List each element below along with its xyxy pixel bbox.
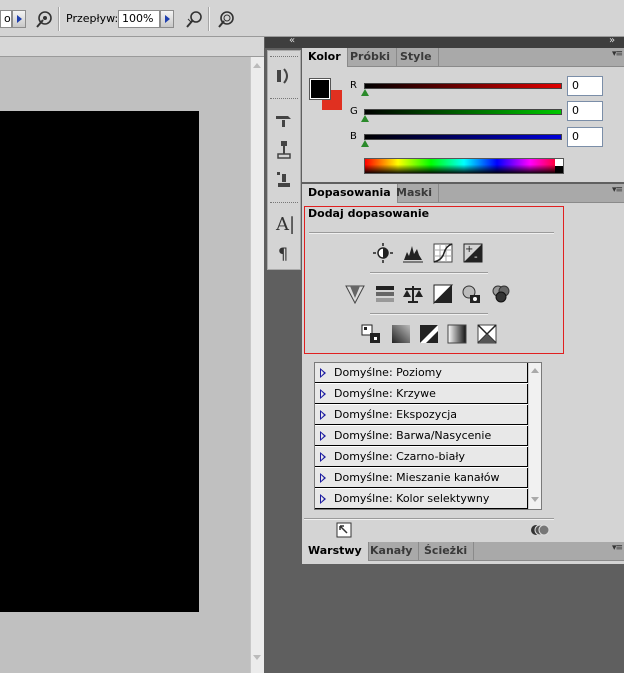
svg-text:-: -: [474, 252, 478, 263]
flow-input[interactable]: 100%: [118, 10, 160, 28]
brush-icon[interactable]: [272, 108, 296, 132]
blue-value-input[interactable]: 0: [567, 127, 603, 147]
preset-item[interactable]: Domyślne: Mieszanie kanałów: [315, 468, 528, 488]
dock-header: « »: [265, 35, 624, 48]
tab-swatches[interactable]: Próbki: [344, 48, 398, 66]
foreground-swatch[interactable]: [309, 78, 331, 100]
blue-thumb[interactable]: [361, 140, 369, 147]
scroll-up-icon[interactable]: [531, 368, 539, 373]
color-spectrum-bar[interactable]: [364, 158, 564, 174]
vertical-scrollbar[interactable]: [250, 57, 264, 673]
flow-dropdown-button[interactable]: [160, 10, 174, 28]
presets-scrollbar[interactable]: [528, 363, 541, 509]
mode-dropdown-button[interactable]: [12, 10, 26, 28]
brightness-icon[interactable]: [372, 242, 394, 264]
scroll-down-icon[interactable]: [253, 655, 261, 660]
tab-paths[interactable]: Ścieżki: [418, 542, 475, 560]
mode-field[interactable]: o: [0, 10, 12, 28]
hue-sat-icon[interactable]: [374, 283, 396, 305]
divider: [309, 232, 554, 234]
black-swatch[interactable]: [555, 166, 563, 173]
paragraph-icon[interactable]: ¶: [278, 244, 288, 263]
tab-layers[interactable]: Warstwy: [302, 542, 369, 561]
tab-masks[interactable]: Maski: [390, 184, 440, 202]
clip-layers-icon[interactable]: [530, 522, 550, 538]
tablet-pressure-icon[interactable]: [216, 9, 236, 29]
divider: [370, 272, 488, 274]
presets-list: Domyślne: Poziomy Domyślne: Krzywe Domyś…: [314, 362, 542, 510]
options-bar: o Przepływ: 100%: [0, 0, 624, 37]
green-value-input[interactable]: 0: [567, 101, 603, 121]
clone-source-icon[interactable]: [272, 138, 296, 162]
scroll-up-icon[interactable]: [253, 63, 261, 68]
gradient-map-icon[interactable]: [446, 323, 468, 345]
green-slider[interactable]: [364, 109, 562, 115]
flow-label: Przepływ:: [66, 12, 119, 25]
preset-item[interactable]: Domyślne: Ekspozycja: [315, 405, 528, 425]
exposure-icon[interactable]: +-: [462, 242, 484, 264]
history-icon[interactable]: [272, 64, 296, 88]
panel-menu-icon[interactable]: [608, 185, 622, 198]
separator: [58, 7, 60, 31]
balance-icon[interactable]: [402, 283, 424, 305]
red-slider[interactable]: [364, 83, 562, 89]
tab-adjustments[interactable]: Dopasowania: [302, 184, 398, 203]
posterize-icon[interactable]: [390, 323, 412, 345]
canvas[interactable]: [0, 111, 199, 612]
selective-color-icon[interactable]: [476, 323, 498, 345]
preset-item[interactable]: Domyślne: Czarno-biały: [315, 447, 528, 467]
tab-channels[interactable]: Kanały: [364, 542, 420, 560]
preset-item[interactable]: Domyślne: Poziomy: [315, 363, 528, 383]
channel-mixer-icon[interactable]: [490, 283, 512, 305]
scroll-down-icon[interactable]: [531, 497, 539, 502]
green-label: G: [350, 106, 358, 117]
vibrance-icon[interactable]: [344, 283, 366, 305]
white-swatch[interactable]: [555, 159, 563, 166]
color-panel-tabs: Kolor Próbki Style: [302, 48, 624, 67]
document-tab-bar: [0, 37, 264, 57]
adjustments-panel-tabs: Dopasowania Maski: [302, 184, 624, 203]
character-icon[interactable]: A|: [276, 214, 295, 235]
photo-filter-icon[interactable]: [460, 283, 482, 305]
add-adjustment-heading: Dodaj dopasowanie: [308, 207, 430, 220]
threshold-icon[interactable]: [418, 323, 440, 345]
tab-color[interactable]: Kolor: [302, 48, 348, 67]
collapse-left-icon[interactable]: «: [289, 35, 295, 46]
red-label: R: [350, 80, 357, 91]
preset-item[interactable]: Domyślne: Barwa/Nasycenie: [315, 426, 528, 446]
preset-item[interactable]: Domyślne: Kolor selektywny: [315, 489, 528, 509]
bw-icon[interactable]: [432, 283, 454, 305]
divider: [370, 313, 488, 315]
collapse-right-icon[interactable]: »: [609, 35, 615, 46]
curves-icon[interactable]: [432, 242, 454, 264]
dock-grip: [270, 98, 298, 102]
layers-panel-tabs: Warstwy Kanały Ścieżki: [302, 542, 624, 561]
blue-label: B: [350, 131, 357, 142]
dock-grip: [270, 202, 298, 206]
red-thumb[interactable]: [361, 89, 369, 96]
expand-view-icon[interactable]: [336, 522, 352, 538]
airbrush-toggle-icon[interactable]: [184, 9, 204, 29]
panel-menu-icon[interactable]: [608, 543, 622, 556]
airbrush-icon[interactable]: [34, 9, 54, 29]
dock-grip: [270, 56, 298, 60]
green-thumb[interactable]: [361, 115, 369, 122]
panel-menu-icon[interactable]: [608, 49, 622, 62]
divider: [304, 518, 554, 520]
tab-styles[interactable]: Style: [394, 48, 439, 66]
svg-text:+: +: [465, 244, 473, 255]
levels-icon[interactable]: [402, 242, 424, 264]
blue-slider[interactable]: [364, 134, 562, 140]
separator: [208, 7, 210, 31]
preset-item[interactable]: Domyślne: Krzywe: [315, 384, 528, 404]
stamp-icon[interactable]: [272, 168, 296, 192]
invert-icon[interactable]: [360, 323, 382, 345]
red-value-input[interactable]: 0: [567, 76, 603, 96]
